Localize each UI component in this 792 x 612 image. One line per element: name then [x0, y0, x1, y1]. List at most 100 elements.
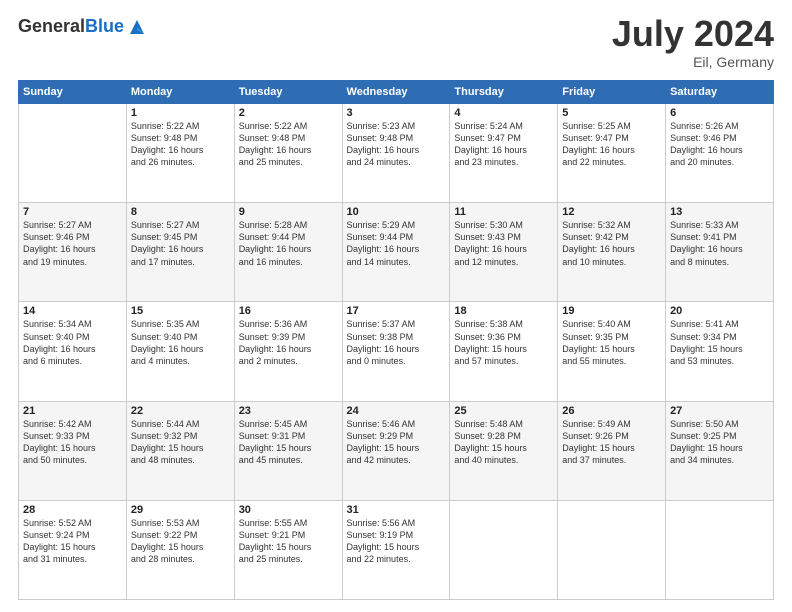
calendar-cell: 17Sunrise: 5:37 AM Sunset: 9:38 PM Dayli… [342, 302, 450, 401]
day-info: Sunrise: 5:44 AM Sunset: 9:32 PM Dayligh… [131, 418, 230, 467]
calendar-cell: 27Sunrise: 5:50 AM Sunset: 9:25 PM Dayli… [666, 401, 774, 500]
calendar-cell: 3Sunrise: 5:23 AM Sunset: 9:48 PM Daylig… [342, 104, 450, 203]
day-info: Sunrise: 5:22 AM Sunset: 9:48 PM Dayligh… [239, 120, 338, 169]
calendar-week-row: 14Sunrise: 5:34 AM Sunset: 9:40 PM Dayli… [19, 302, 774, 401]
day-info: Sunrise: 5:22 AM Sunset: 9:48 PM Dayligh… [131, 120, 230, 169]
day-number: 17 [347, 305, 446, 317]
day-number: 22 [131, 405, 230, 417]
calendar-cell: 29Sunrise: 5:53 AM Sunset: 9:22 PM Dayli… [126, 500, 234, 599]
day-number: 21 [23, 405, 122, 417]
day-number: 25 [454, 405, 553, 417]
day-info: Sunrise: 5:32 AM Sunset: 9:42 PM Dayligh… [562, 219, 661, 268]
header: GeneralBlue July 2024 Eil, Germany [18, 16, 774, 70]
calendar-cell: 16Sunrise: 5:36 AM Sunset: 9:39 PM Dayli… [234, 302, 342, 401]
calendar-dow-friday: Friday [558, 81, 666, 104]
day-info: Sunrise: 5:40 AM Sunset: 9:35 PM Dayligh… [562, 318, 661, 367]
calendar-cell [558, 500, 666, 599]
calendar-week-row: 21Sunrise: 5:42 AM Sunset: 9:33 PM Dayli… [19, 401, 774, 500]
day-number: 20 [670, 305, 769, 317]
calendar-week-row: 7Sunrise: 5:27 AM Sunset: 9:46 PM Daylig… [19, 203, 774, 302]
calendar-cell: 24Sunrise: 5:46 AM Sunset: 9:29 PM Dayli… [342, 401, 450, 500]
day-number: 13 [670, 206, 769, 218]
calendar-cell: 4Sunrise: 5:24 AM Sunset: 9:47 PM Daylig… [450, 104, 558, 203]
day-info: Sunrise: 5:49 AM Sunset: 9:26 PM Dayligh… [562, 418, 661, 467]
calendar-cell: 12Sunrise: 5:32 AM Sunset: 9:42 PM Dayli… [558, 203, 666, 302]
calendar-cell: 1Sunrise: 5:22 AM Sunset: 9:48 PM Daylig… [126, 104, 234, 203]
logo: GeneralBlue [18, 16, 148, 38]
calendar-header-row: SundayMondayTuesdayWednesdayThursdayFrid… [19, 81, 774, 104]
calendar-cell: 2Sunrise: 5:22 AM Sunset: 9:48 PM Daylig… [234, 104, 342, 203]
day-number: 31 [347, 504, 446, 516]
day-number: 2 [239, 107, 338, 119]
day-number: 3 [347, 107, 446, 119]
day-number: 7 [23, 206, 122, 218]
day-info: Sunrise: 5:46 AM Sunset: 9:29 PM Dayligh… [347, 418, 446, 467]
calendar-cell: 10Sunrise: 5:29 AM Sunset: 9:44 PM Dayli… [342, 203, 450, 302]
day-info: Sunrise: 5:34 AM Sunset: 9:40 PM Dayligh… [23, 318, 122, 367]
day-info: Sunrise: 5:55 AM Sunset: 9:21 PM Dayligh… [239, 517, 338, 566]
calendar-cell [666, 500, 774, 599]
calendar-cell: 25Sunrise: 5:48 AM Sunset: 9:28 PM Dayli… [450, 401, 558, 500]
day-number: 15 [131, 305, 230, 317]
day-info: Sunrise: 5:38 AM Sunset: 9:36 PM Dayligh… [454, 318, 553, 367]
month-year: July 2024 [612, 16, 774, 52]
calendar-week-row: 28Sunrise: 5:52 AM Sunset: 9:24 PM Dayli… [19, 500, 774, 599]
day-info: Sunrise: 5:36 AM Sunset: 9:39 PM Dayligh… [239, 318, 338, 367]
day-number: 18 [454, 305, 553, 317]
title-block: July 2024 Eil, Germany [612, 16, 774, 70]
calendar-week-row: 1Sunrise: 5:22 AM Sunset: 9:48 PM Daylig… [19, 104, 774, 203]
day-info: Sunrise: 5:30 AM Sunset: 9:43 PM Dayligh… [454, 219, 553, 268]
day-info: Sunrise: 5:48 AM Sunset: 9:28 PM Dayligh… [454, 418, 553, 467]
calendar-table: SundayMondayTuesdayWednesdayThursdayFrid… [18, 80, 774, 600]
calendar-cell: 15Sunrise: 5:35 AM Sunset: 9:40 PM Dayli… [126, 302, 234, 401]
day-info: Sunrise: 5:52 AM Sunset: 9:24 PM Dayligh… [23, 517, 122, 566]
day-number: 30 [239, 504, 338, 516]
calendar-cell: 8Sunrise: 5:27 AM Sunset: 9:45 PM Daylig… [126, 203, 234, 302]
day-number: 27 [670, 405, 769, 417]
day-number: 9 [239, 206, 338, 218]
day-info: Sunrise: 5:42 AM Sunset: 9:33 PM Dayligh… [23, 418, 122, 467]
page: GeneralBlue July 2024 Eil, Germany Sunda… [0, 0, 792, 612]
calendar-dow-saturday: Saturday [666, 81, 774, 104]
calendar-dow-sunday: Sunday [19, 81, 127, 104]
calendar-cell: 13Sunrise: 5:33 AM Sunset: 9:41 PM Dayli… [666, 203, 774, 302]
day-info: Sunrise: 5:25 AM Sunset: 9:47 PM Dayligh… [562, 120, 661, 169]
day-number: 12 [562, 206, 661, 218]
calendar-cell [19, 104, 127, 203]
calendar-dow-monday: Monday [126, 81, 234, 104]
day-info: Sunrise: 5:33 AM Sunset: 9:41 PM Dayligh… [670, 219, 769, 268]
calendar-cell: 23Sunrise: 5:45 AM Sunset: 9:31 PM Dayli… [234, 401, 342, 500]
calendar-cell: 26Sunrise: 5:49 AM Sunset: 9:26 PM Dayli… [558, 401, 666, 500]
day-number: 28 [23, 504, 122, 516]
day-number: 16 [239, 305, 338, 317]
day-number: 5 [562, 107, 661, 119]
day-info: Sunrise: 5:26 AM Sunset: 9:46 PM Dayligh… [670, 120, 769, 169]
day-info: Sunrise: 5:56 AM Sunset: 9:19 PM Dayligh… [347, 517, 446, 566]
day-number: 4 [454, 107, 553, 119]
day-number: 23 [239, 405, 338, 417]
calendar-cell: 20Sunrise: 5:41 AM Sunset: 9:34 PM Dayli… [666, 302, 774, 401]
logo-blue-text: Blue [85, 16, 124, 36]
day-info: Sunrise: 5:50 AM Sunset: 9:25 PM Dayligh… [670, 418, 769, 467]
calendar-cell: 19Sunrise: 5:40 AM Sunset: 9:35 PM Dayli… [558, 302, 666, 401]
calendar-cell [450, 500, 558, 599]
day-info: Sunrise: 5:24 AM Sunset: 9:47 PM Dayligh… [454, 120, 553, 169]
calendar-cell: 21Sunrise: 5:42 AM Sunset: 9:33 PM Dayli… [19, 401, 127, 500]
day-number: 14 [23, 305, 122, 317]
day-info: Sunrise: 5:27 AM Sunset: 9:45 PM Dayligh… [131, 219, 230, 268]
calendar-cell: 31Sunrise: 5:56 AM Sunset: 9:19 PM Dayli… [342, 500, 450, 599]
calendar-cell: 7Sunrise: 5:27 AM Sunset: 9:46 PM Daylig… [19, 203, 127, 302]
day-number: 10 [347, 206, 446, 218]
day-number: 1 [131, 107, 230, 119]
day-number: 24 [347, 405, 446, 417]
day-info: Sunrise: 5:28 AM Sunset: 9:44 PM Dayligh… [239, 219, 338, 268]
day-number: 19 [562, 305, 661, 317]
day-number: 26 [562, 405, 661, 417]
calendar-cell: 11Sunrise: 5:30 AM Sunset: 9:43 PM Dayli… [450, 203, 558, 302]
day-info: Sunrise: 5:23 AM Sunset: 9:48 PM Dayligh… [347, 120, 446, 169]
day-number: 11 [454, 206, 553, 218]
calendar-cell: 30Sunrise: 5:55 AM Sunset: 9:21 PM Dayli… [234, 500, 342, 599]
day-number: 6 [670, 107, 769, 119]
day-info: Sunrise: 5:35 AM Sunset: 9:40 PM Dayligh… [131, 318, 230, 367]
calendar-cell: 6Sunrise: 5:26 AM Sunset: 9:46 PM Daylig… [666, 104, 774, 203]
